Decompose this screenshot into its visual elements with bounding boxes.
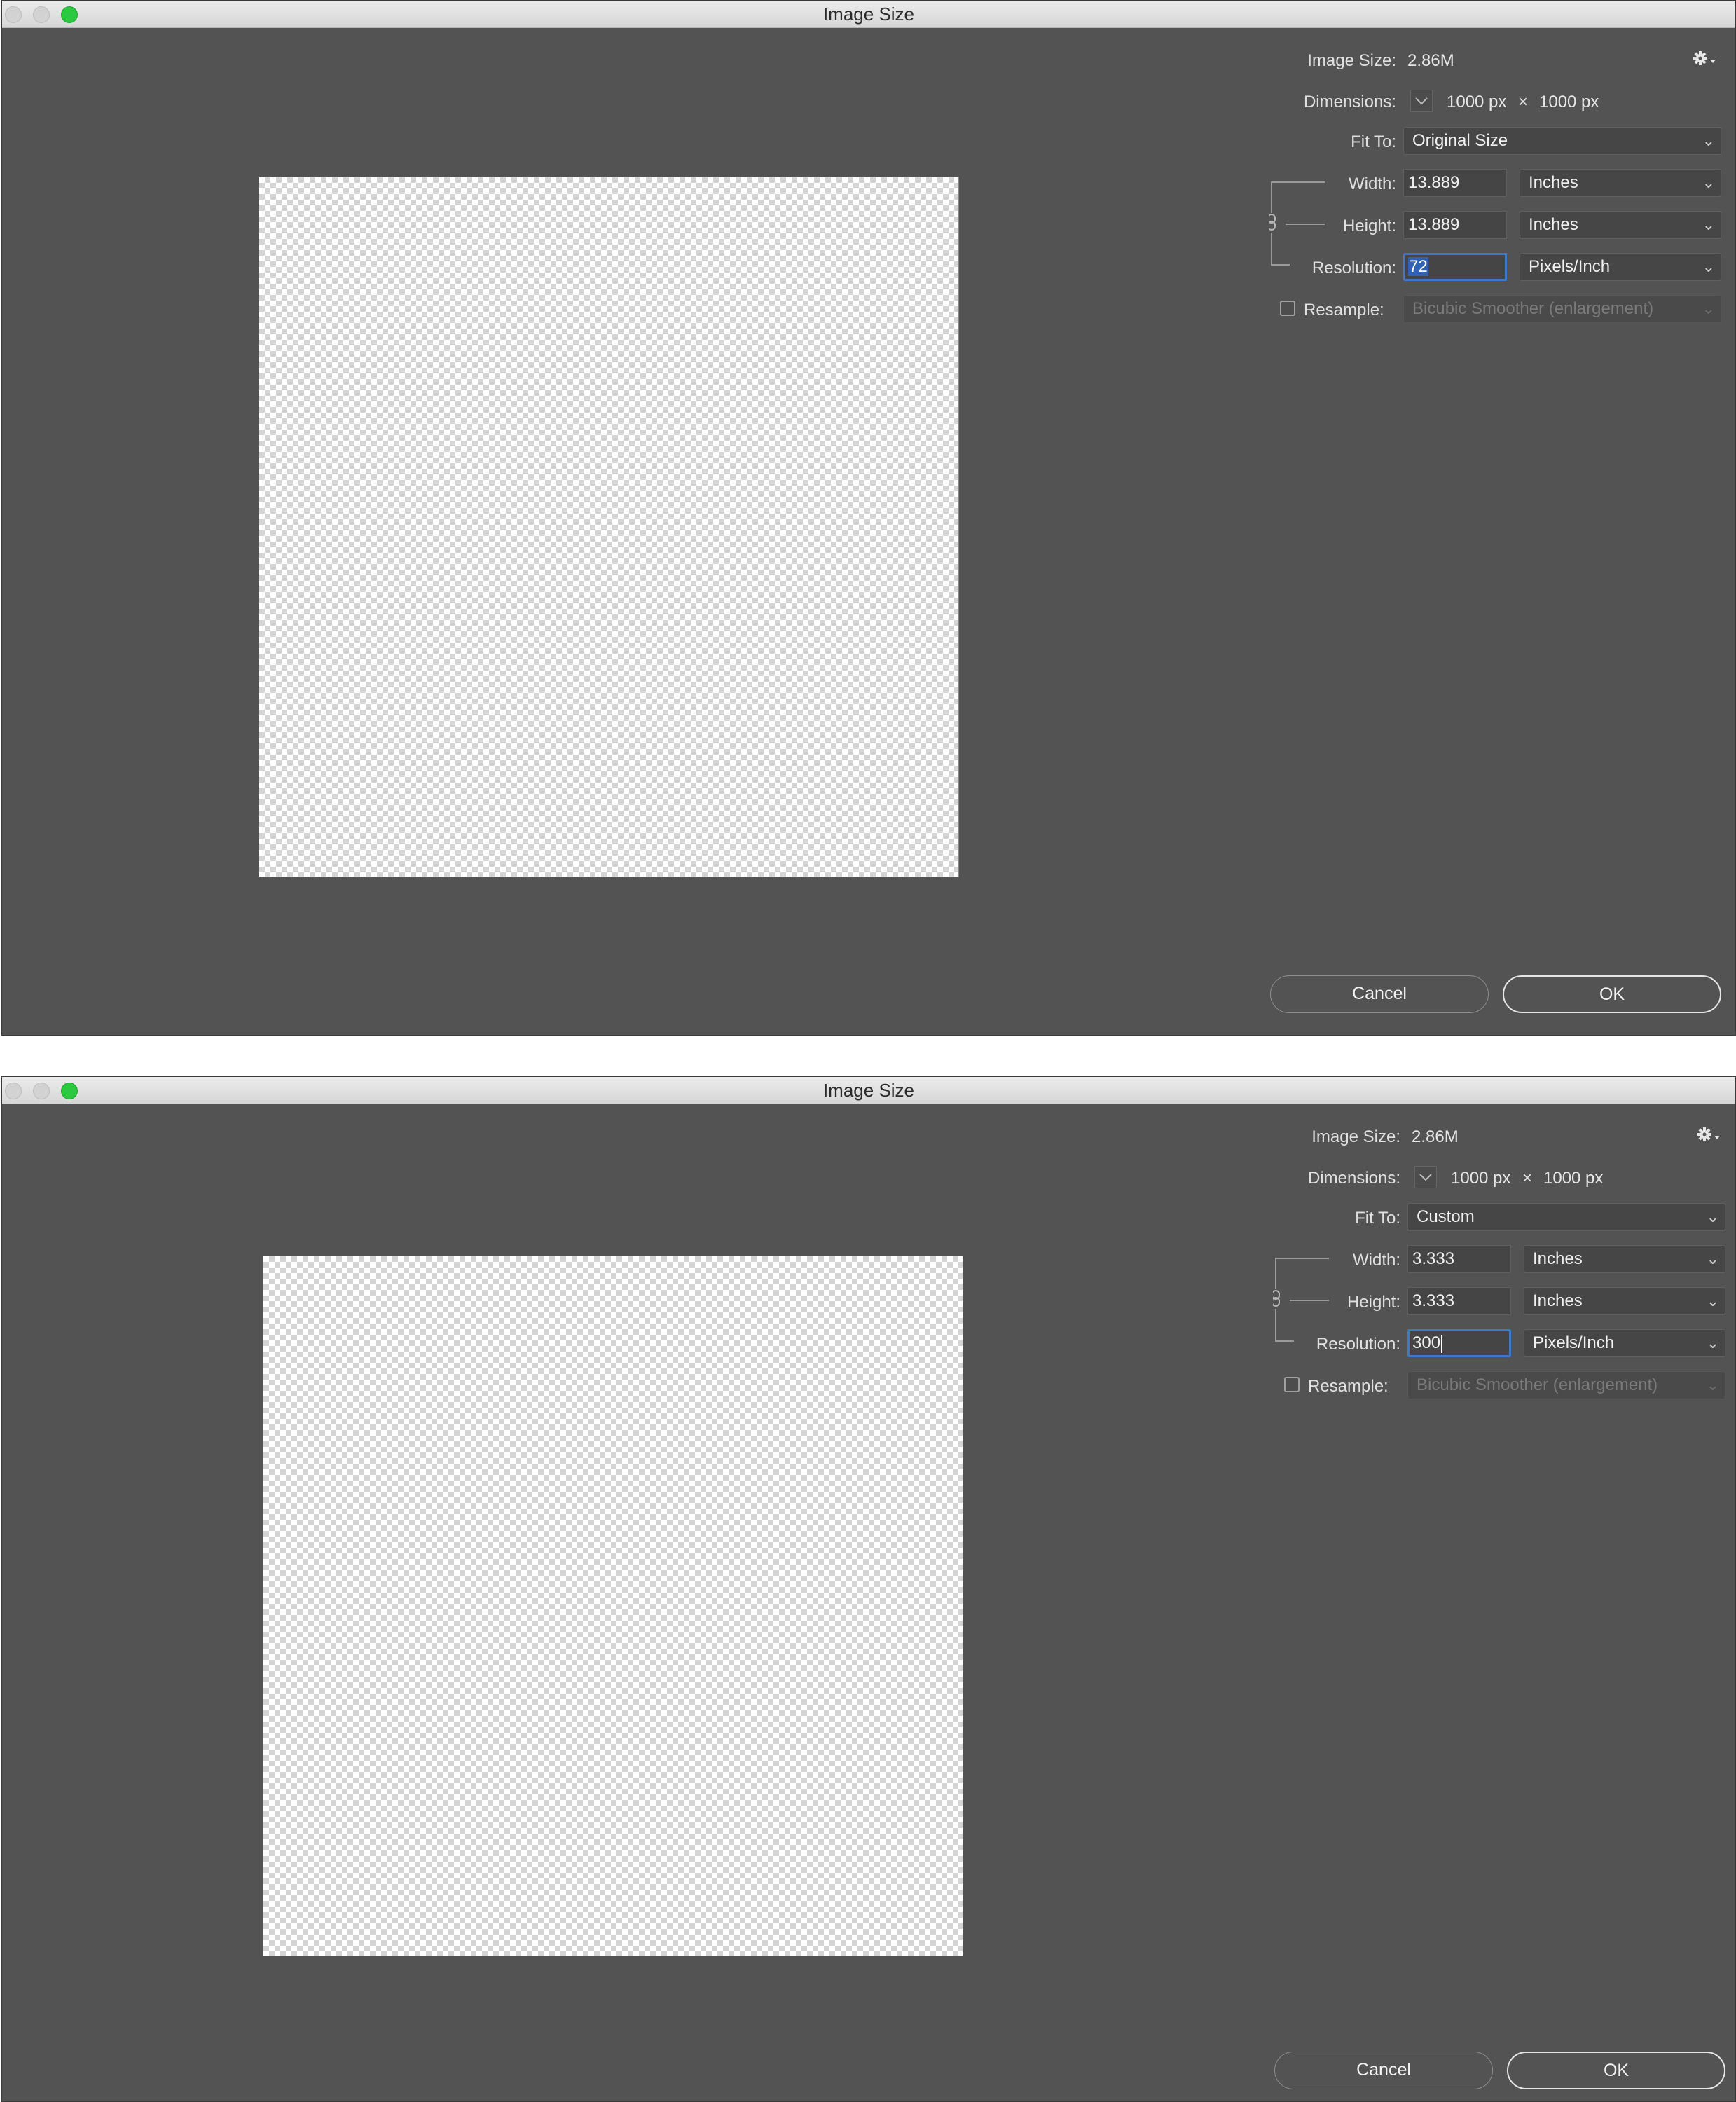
fit-to-value: Original Size <box>1412 131 1508 150</box>
height-unit-value: Inches <box>1533 1291 1583 1310</box>
chevron-down-icon: ⌄ <box>1702 174 1715 191</box>
dimensions-label: Dimensions: <box>1307 1169 1400 1188</box>
fit-to-select[interactable]: Custom ⌄ <box>1407 1203 1725 1231</box>
dimensions-width: 1000 px <box>1447 92 1507 111</box>
chain-link-icon[interactable] <box>1273 1256 1329 1347</box>
resolution-unit-value: Pixels/Inch <box>1529 257 1611 276</box>
height-input[interactable]: 13.889 <box>1403 211 1507 239</box>
dimensions-unit-dropdown[interactable] <box>1414 1166 1437 1188</box>
dimensions-height: 1000 px <box>1539 92 1599 111</box>
height-unit-value: Inches <box>1529 215 1578 234</box>
chevron-down-icon: ⌄ <box>1706 1292 1719 1310</box>
width-label: Width: <box>1348 174 1396 193</box>
gear-icon[interactable] <box>1696 1126 1721 1146</box>
height-label: Height: <box>1342 217 1396 235</box>
resolution-value: 72 <box>1408 257 1428 276</box>
resolution-label: Resolution: <box>1311 259 1396 277</box>
dimensions-width: 1000 px <box>1451 1169 1511 1188</box>
image-size-value: 2.86M <box>1412 1127 1459 1146</box>
resample-method-value: Bicubic Smoother (enlargement) <box>1412 299 1654 318</box>
resolution-label: Resolution: <box>1316 1335 1400 1354</box>
text-caret <box>1441 1334 1443 1353</box>
chevron-down-icon: ⌄ <box>1706 1334 1719 1352</box>
chevron-down-icon: ⌄ <box>1702 132 1715 149</box>
width-input[interactable]: 3.333 <box>1407 1245 1511 1273</box>
chevron-down-icon: ⌄ <box>1702 258 1715 275</box>
dimensions-times: × <box>1518 92 1529 111</box>
dimensions-times: × <box>1522 1169 1533 1188</box>
chevron-down-icon <box>1419 1174 1432 1181</box>
dialog-title: Image Size <box>822 1080 915 1101</box>
title-bar: Image Size <box>2 1077 1735 1104</box>
height-unit-select[interactable]: Inches ⌄ <box>1524 1287 1725 1315</box>
ok-button[interactable]: OK <box>1507 2052 1725 2089</box>
resample-method-value: Bicubic Smoother (enlargement) <box>1417 1375 1658 1394</box>
fit-to-label: Fit To: <box>1351 132 1396 151</box>
dimensions-height: 1000 px <box>1543 1169 1604 1188</box>
width-unit-value: Inches <box>1533 1249 1583 1268</box>
image-preview[interactable] <box>263 1256 963 1956</box>
resolution-input[interactable]: 72 <box>1403 253 1507 281</box>
resample-label: Resample: <box>1308 1377 1389 1396</box>
dimensions-unit-dropdown[interactable] <box>1410 90 1433 112</box>
resample-method-select: Bicubic Smoother (enlargement) ⌄ <box>1403 295 1721 323</box>
width-label: Width: <box>1352 1251 1400 1270</box>
cancel-button[interactable]: Cancel <box>1274 2052 1493 2089</box>
width-unit-select[interactable]: Inches ⌄ <box>1524 1245 1725 1273</box>
chevron-down-icon <box>1415 97 1428 105</box>
resample-method-select: Bicubic Smoother (enlargement) ⌄ <box>1407 1371 1725 1399</box>
width-input[interactable]: 13.889 <box>1403 169 1507 197</box>
dimensions-label: Dimensions: <box>1303 92 1396 111</box>
gear-icon[interactable] <box>1692 50 1717 70</box>
fit-to-label: Fit To: <box>1355 1209 1400 1228</box>
chevron-down-icon: ⌄ <box>1702 216 1715 233</box>
fit-to-select[interactable]: Original Size ⌄ <box>1403 127 1721 155</box>
resolution-input[interactable]: 300 <box>1407 1329 1511 1357</box>
resolution-unit-select[interactable]: Pixels/Inch ⌄ <box>1524 1329 1725 1357</box>
resolution-value: 300 <box>1412 1333 1441 1352</box>
chevron-down-icon: ⌄ <box>1702 300 1715 317</box>
height-unit-select[interactable]: Inches ⌄ <box>1520 211 1721 239</box>
fit-to-value: Custom <box>1417 1207 1475 1226</box>
image-size-label: Image Size: <box>1307 51 1396 70</box>
image-size-value: 2.86M <box>1407 51 1454 70</box>
resample-checkbox[interactable] <box>1284 1377 1300 1392</box>
cancel-button[interactable]: Cancel <box>1270 975 1489 1013</box>
resolution-unit-select[interactable]: Pixels/Inch ⌄ <box>1520 253 1721 281</box>
height-label: Height: <box>1346 1293 1400 1312</box>
resample-checkbox[interactable] <box>1280 301 1295 316</box>
height-input[interactable]: 3.333 <box>1407 1287 1511 1315</box>
image-size-dialog-1: Image Size Image Size: 2.86M Dimensions:… <box>1 0 1736 1036</box>
resolution-unit-value: Pixels/Inch <box>1533 1333 1615 1352</box>
ok-button[interactable]: OK <box>1503 975 1721 1013</box>
image-size-label: Image Size: <box>1311 1127 1400 1146</box>
chevron-down-icon: ⌄ <box>1706 1250 1719 1268</box>
dialog-title: Image Size <box>822 4 915 25</box>
width-unit-select[interactable]: Inches ⌄ <box>1520 169 1721 197</box>
image-size-dialog-2: Image Size Image Size: 2.86M Dimensions:… <box>1 1076 1736 2102</box>
resample-label: Resample: <box>1304 301 1384 320</box>
image-preview[interactable] <box>259 177 959 877</box>
width-unit-value: Inches <box>1529 173 1578 192</box>
title-bar: Image Size <box>2 1 1735 28</box>
chain-link-icon[interactable] <box>1269 179 1325 270</box>
chevron-down-icon: ⌄ <box>1706 1376 1719 1394</box>
chevron-down-icon: ⌄ <box>1706 1208 1719 1225</box>
